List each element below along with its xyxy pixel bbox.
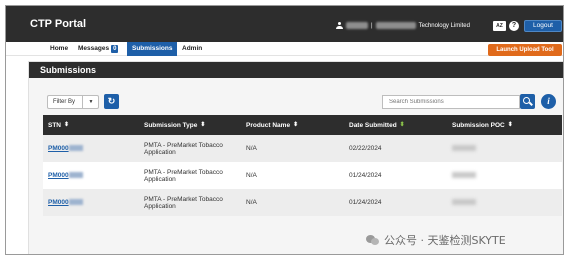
table-row[interactable]: PM000 PMTA - PreMarket Tobacco Applicati… xyxy=(43,162,562,189)
wechat-icon xyxy=(366,234,380,246)
redacted-stn-suffix xyxy=(68,145,83,152)
column-header-submission-type[interactable]: Submission Type ⬍ xyxy=(139,115,241,135)
nav-messages-label: Messages xyxy=(78,45,110,52)
refresh-icon[interactable]: ↻ xyxy=(104,94,119,109)
nav-submissions[interactable]: Submissions xyxy=(127,42,178,56)
stn-link[interactable]: PM000 xyxy=(48,145,69,152)
company-suffix: Technology Limited xyxy=(418,22,470,29)
logout-button[interactable]: Logout xyxy=(524,20,562,32)
sort-icon[interactable]: ⬍ xyxy=(508,122,513,128)
nav-bar: Home Messages 0 Submissions Admin Launch … xyxy=(6,42,563,56)
table-row[interactable]: PM000 PMTA - PreMarket Tobacco Applicati… xyxy=(43,189,562,216)
user-separator: | xyxy=(371,22,373,29)
column-header-submission-poc[interactable]: Submission POC ⬍ xyxy=(447,115,562,135)
az-language-icon[interactable]: AZ xyxy=(493,21,506,31)
submission-type-cell: PMTA - PreMarket Tobacco Application xyxy=(139,189,241,216)
section-title: Submissions xyxy=(29,62,563,78)
user-icon xyxy=(336,22,343,29)
search-input[interactable] xyxy=(382,95,520,109)
column-header-stn[interactable]: STN ⬍ xyxy=(43,115,139,135)
redacted-company-name xyxy=(375,22,416,29)
search-icon[interactable] xyxy=(520,94,535,109)
product-name-cell: N/A xyxy=(241,135,344,162)
top-bar: CTP Portal | Technology Limited AZ ? Log… xyxy=(6,6,563,42)
redacted-stn-suffix xyxy=(68,199,83,206)
table-header-row: STN ⬍ Submission Type ⬍ Product Name ⬍ Date… xyxy=(43,115,562,135)
column-header-date-submitted[interactable]: Date Submitted ⬍ xyxy=(344,115,447,135)
redacted-poc xyxy=(452,171,476,178)
user-info: | Technology Limited xyxy=(336,22,470,29)
product-name-cell: N/A xyxy=(241,162,344,189)
product-name-cell: N/A xyxy=(241,189,344,216)
sort-icon[interactable]: ⬍ xyxy=(293,122,298,128)
submission-type-cell: PMTA - PreMarket Tobacco Application xyxy=(139,162,241,189)
stn-link[interactable]: PM000 xyxy=(48,172,69,179)
launch-upload-tool-button[interactable]: Launch Upload Tool xyxy=(488,44,562,56)
watermark: 公众号 · 天鉴检测SKYTE xyxy=(366,232,506,248)
date-submitted-cell: 02/22/2024 xyxy=(344,135,447,162)
column-header-product-name[interactable]: Product Name ⬍ xyxy=(241,115,344,135)
info-icon[interactable]: i xyxy=(541,94,556,109)
app-window: CTP Portal | Technology Limited AZ ? Log… xyxy=(5,5,564,255)
redacted-poc xyxy=(452,144,476,151)
nav-admin[interactable]: Admin xyxy=(182,42,202,56)
date-submitted-cell: 01/24/2024 xyxy=(344,162,447,189)
redacted-stn-suffix xyxy=(68,172,83,179)
sort-icon[interactable]: ⬍ xyxy=(64,122,69,128)
nav-home[interactable]: Home xyxy=(50,42,68,56)
help-icon[interactable]: ? xyxy=(509,21,519,31)
sort-active-icon[interactable]: ⬍ xyxy=(400,122,405,128)
submissions-table: STN ⬍ Submission Type ⬍ Product Name ⬍ Date… xyxy=(43,115,562,216)
chevron-down-icon[interactable]: ▼ xyxy=(82,95,99,109)
messages-count-badge: 0 xyxy=(111,45,119,53)
stn-link[interactable]: PM000 xyxy=(48,199,69,206)
date-submitted-cell: 01/24/2024 xyxy=(344,189,447,216)
submission-type-cell: PMTA - PreMarket Tobacco Application xyxy=(139,135,241,162)
table-row[interactable]: PM000 PMTA - PreMarket Tobacco Applicati… xyxy=(43,135,562,162)
redacted-poc xyxy=(452,198,476,205)
submissions-panel: Submissions Filter By ▼ ↻ i STN⬍ Submiss… xyxy=(28,61,563,254)
nav-messages[interactable]: Messages 0 xyxy=(78,42,119,56)
sort-icon[interactable]: ⬍ xyxy=(200,122,205,128)
watermark-text: 公众号 · 天鉴检测SKYTE xyxy=(384,234,506,247)
portal-title: CTP Portal xyxy=(30,18,87,30)
redacted-user-name xyxy=(346,22,368,29)
